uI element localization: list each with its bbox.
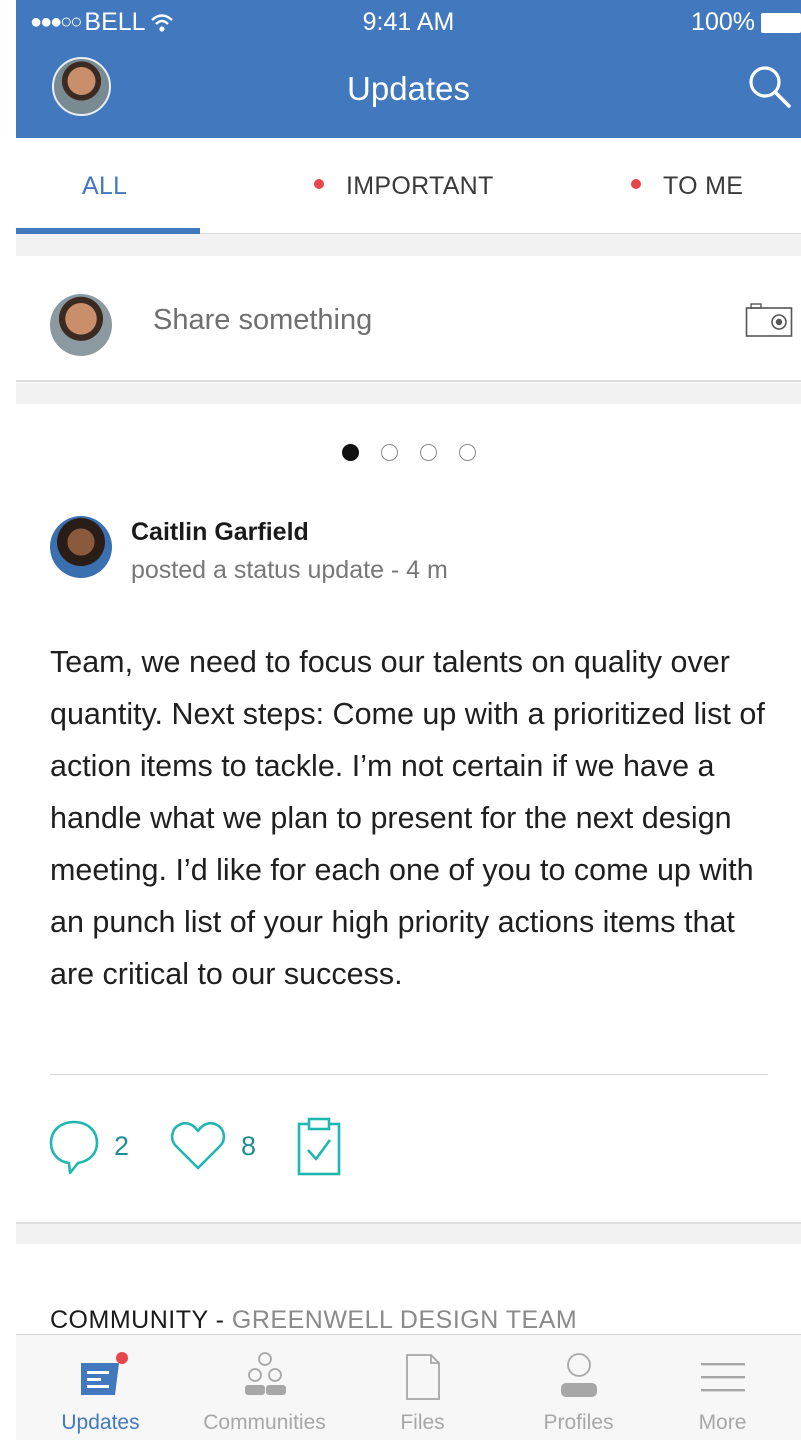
- app-header: ●●●○○ BELL 9:41 AM 100% Updates: [16, 0, 801, 138]
- unread-dot-icon: [314, 179, 324, 190]
- community-separator: -: [208, 1306, 232, 1334]
- share-composer[interactable]: Share something: [16, 256, 801, 382]
- page-title: Updates: [347, 70, 470, 107]
- post-body: Team, we need to focus our talents on qu…: [50, 645, 765, 991]
- battery-percent: 100%: [691, 8, 755, 36]
- nav-updates-label: Updates: [61, 1411, 140, 1434]
- status-bar: ●●●○○ BELL 9:41 AM 100%: [16, 0, 801, 44]
- updates-icon: [80, 1352, 128, 1395]
- clipboard-check-icon: [297, 1117, 341, 1176]
- section-divider: [16, 234, 801, 256]
- pager-dot[interactable]: [458, 444, 476, 461]
- battery-icon: [761, 12, 801, 33]
- nav-files[interactable]: Files: [344, 1335, 501, 1440]
- author-avatar[interactable]: [50, 516, 112, 578]
- share-input[interactable]: Share something: [153, 304, 372, 337]
- tab-important-label: IMPORTANT: [346, 172, 494, 200]
- profiles-icon: [560, 1353, 597, 1397]
- comment-icon: [49, 1120, 99, 1175]
- post-actions: 2 8: [48, 1116, 342, 1176]
- post-meta: posted a status update - 4 m: [131, 556, 448, 584]
- communities-icon: [244, 1352, 286, 1395]
- post-card: Caitlin Garfield posted a status update …: [16, 404, 801, 1224]
- menu-icon: [700, 1363, 745, 1392]
- community-label: COMMUNITY: [50, 1306, 209, 1334]
- app-screen: ●●●○○ BELL 9:41 AM 100% Updates ALL IMPO…: [16, 0, 801, 1440]
- add-task-button[interactable]: [296, 1116, 342, 1176]
- nav-more-label: More: [698, 1411, 747, 1434]
- nav-profiles[interactable]: Profiles: [500, 1335, 657, 1440]
- status-right: 100%: [691, 8, 801, 37]
- community-heading[interactable]: COMMUNITY - GREENWELL DESIGN TEAM: [50, 1306, 577, 1335]
- community-name: GREENWELL DESIGN TEAM: [231, 1306, 578, 1334]
- tab-all-label: ALL: [82, 172, 128, 200]
- pager-dot-active[interactable]: [341, 444, 359, 461]
- section-divider: [16, 1224, 801, 1244]
- pager-dot[interactable]: [419, 444, 437, 461]
- nav-communities-label: Communities: [203, 1411, 326, 1434]
- camera-icon[interactable]: [745, 302, 793, 338]
- divider: [50, 1074, 768, 1075]
- avatar: [50, 294, 112, 356]
- files-icon: [405, 1354, 440, 1400]
- tab-all[interactable]: ALL: [82, 172, 127, 201]
- nav-files-label: Files: [400, 1411, 445, 1434]
- tab-to-me-label: TO ME: [663, 172, 744, 200]
- heart-icon: [170, 1121, 226, 1170]
- search-icon[interactable]: [745, 62, 793, 110]
- nav-communities[interactable]: Communities: [186, 1335, 343, 1440]
- status-time: 9:41 AM: [362, 8, 455, 36]
- comment-count: 2: [114, 1130, 130, 1161]
- nav-updates[interactable]: Updates: [22, 1335, 179, 1440]
- author-name[interactable]: Caitlin Garfield: [131, 518, 309, 547]
- bottom-nav: Updates Communities Files Profiles More: [16, 1334, 801, 1440]
- like-count: 8: [241, 1130, 257, 1161]
- nav-more[interactable]: More: [644, 1335, 801, 1440]
- section-divider: [16, 383, 801, 404]
- like-button[interactable]: 8: [169, 1116, 256, 1176]
- comment-button[interactable]: 2: [48, 1116, 129, 1176]
- unread-dot-icon: [631, 179, 641, 190]
- tab-to-me[interactable]: TO ME: [631, 172, 743, 201]
- feed-tabs: ALL IMPORTANT TO ME: [16, 138, 801, 234]
- pager-dot[interactable]: [380, 444, 398, 461]
- carousel-pager[interactable]: [16, 444, 801, 461]
- tab-important[interactable]: IMPORTANT: [314, 172, 494, 201]
- nav-profiles-label: Profiles: [543, 1411, 614, 1434]
